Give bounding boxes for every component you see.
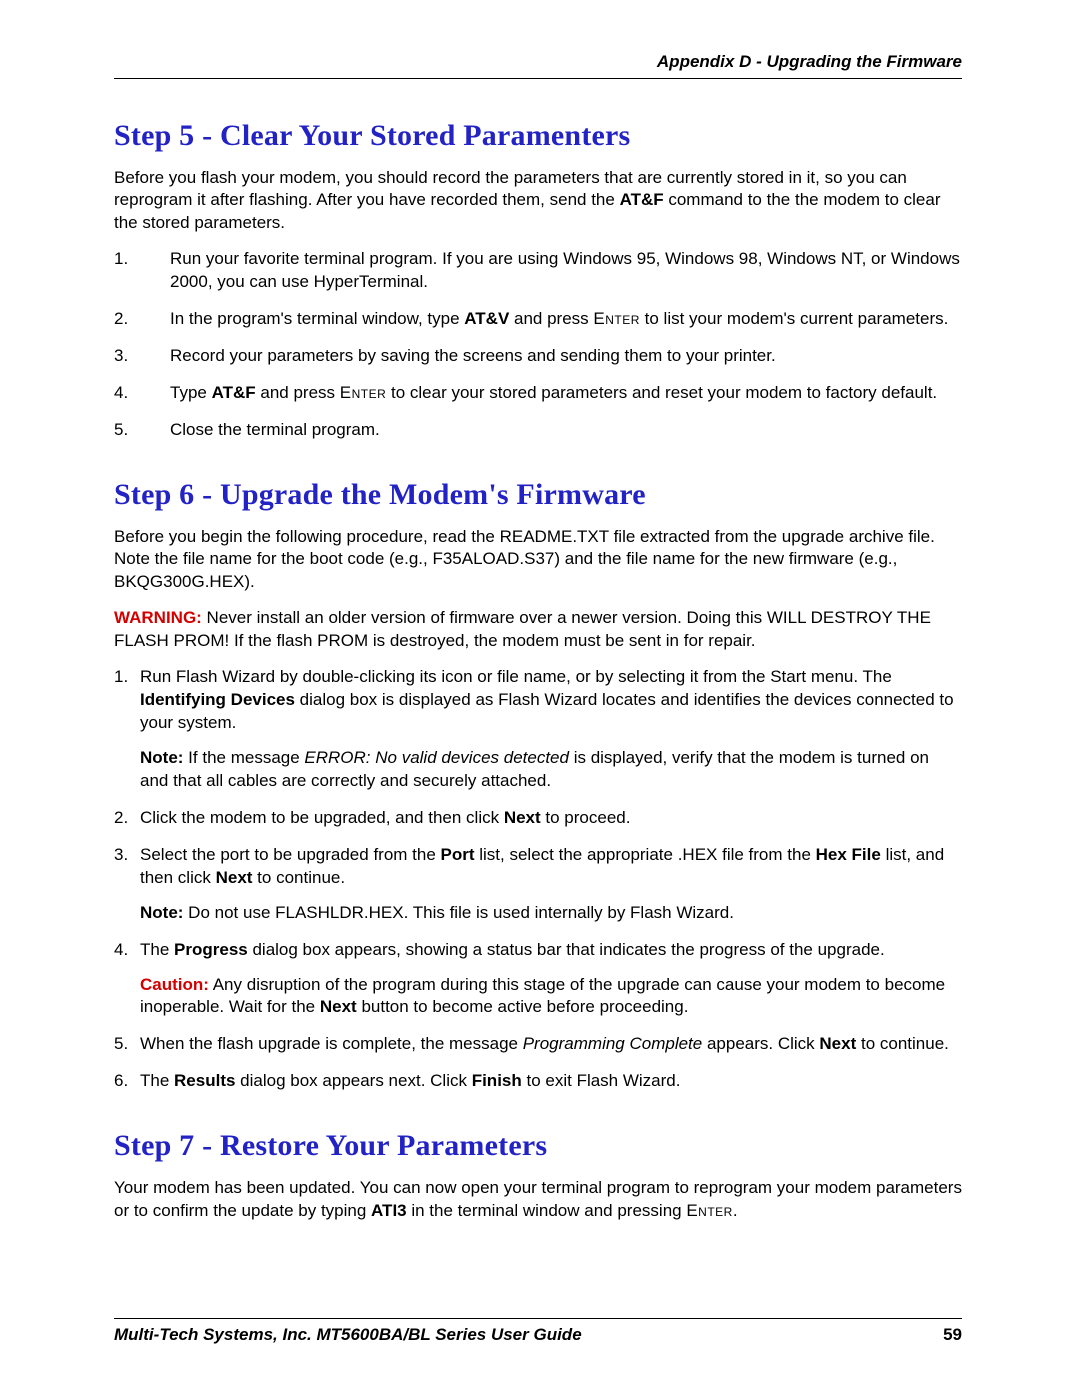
list-item: 3. Select the port to be upgraded from t… xyxy=(114,844,962,925)
text: . xyxy=(733,1201,738,1220)
bold-text: Next xyxy=(819,1034,856,1053)
text: button to become active before proceedin… xyxy=(357,997,689,1016)
text: The xyxy=(140,940,174,959)
bold-text: Hex File xyxy=(816,845,881,864)
list-number: 1. xyxy=(114,666,140,793)
error-message: ERROR: No valid devices detected xyxy=(304,748,569,767)
caution: Caution: Any disruption of the program d… xyxy=(140,974,962,1020)
text: When the flash upgrade is complete, the … xyxy=(140,1034,523,1053)
list-number: 5. xyxy=(114,419,170,442)
step6-list: 1. Run Flash Wizard by double-clicking i… xyxy=(114,666,962,1093)
text: appears. Click xyxy=(702,1034,819,1053)
text: to exit Flash Wizard. xyxy=(522,1071,681,1090)
list-number: 2. xyxy=(114,807,140,830)
text: Run Flash Wizard by double-clicking its … xyxy=(140,667,892,686)
step7-heading: Step 7 - Restore Your Parameters xyxy=(114,1129,962,1163)
list-item: 2. In the program's terminal window, typ… xyxy=(114,308,962,331)
text: list, select the appropriate .HEX file f… xyxy=(475,845,816,864)
list-number: 4. xyxy=(114,939,140,1020)
text: The xyxy=(140,1071,174,1090)
list-item: 3. Record your parameters by saving the … xyxy=(114,345,962,368)
key-enter: Enter xyxy=(686,1201,733,1220)
step5-intro: Before you flash your modem, you should … xyxy=(114,167,962,234)
key-enter: Enter xyxy=(340,383,387,402)
caution-label: Caution: xyxy=(140,975,209,994)
list-number: 4. xyxy=(114,382,170,405)
cmd-ati3: ATI3 xyxy=(371,1201,407,1220)
list-text: Run your favorite terminal program. If y… xyxy=(170,248,962,294)
cmd-atv: AT&V xyxy=(464,309,509,328)
warning-label: WARNING: xyxy=(114,608,202,627)
text: to continue. xyxy=(856,1034,949,1053)
list-number: 2. xyxy=(114,308,170,331)
bold-text: Progress xyxy=(174,940,248,959)
text: If the message xyxy=(183,748,304,767)
list-text: The Progress dialog box appears, showing… xyxy=(140,939,962,1020)
text: to list your modem's current parameters. xyxy=(640,309,948,328)
text: and press xyxy=(509,309,593,328)
note: Note: Do not use FLASHLDR.HEX. This file… xyxy=(140,902,962,925)
page-footer: Multi-Tech Systems, Inc. MT5600BA/BL Ser… xyxy=(114,1318,962,1345)
bold-text: Results xyxy=(174,1071,235,1090)
page: Appendix D - Upgrading the Firmware Step… xyxy=(0,0,1080,1397)
list-item: 2. Click the modem to be upgraded, and t… xyxy=(114,807,962,830)
text: in the terminal window and pressing xyxy=(407,1201,687,1220)
running-header: Appendix D - Upgrading the Firmware xyxy=(114,52,962,79)
bold-text: Next xyxy=(216,868,253,887)
list-number: 6. xyxy=(114,1070,140,1093)
bold-text: Port xyxy=(441,845,475,864)
list-text: Click the modem to be upgraded, and then… xyxy=(140,807,962,830)
note-label: Note: xyxy=(140,748,183,767)
list-text: When the flash upgrade is complete, the … xyxy=(140,1033,962,1056)
list-text: Select the port to be upgraded from the … xyxy=(140,844,962,925)
note: Note: If the message ERROR: No valid dev… xyxy=(140,747,962,793)
list-number: 3. xyxy=(114,345,170,368)
text: to clear your stored parameters and rese… xyxy=(386,383,937,402)
bold-text: Identifying Devices xyxy=(140,690,295,709)
text: dialog box appears next. Click xyxy=(235,1071,471,1090)
list-item: 6. The Results dialog box appears next. … xyxy=(114,1070,962,1093)
key-enter: Enter xyxy=(593,309,640,328)
warning-text: Never install an older version of firmwa… xyxy=(114,608,931,649)
cmd-atf: AT&F xyxy=(212,383,256,402)
note-label: Note: xyxy=(140,903,183,922)
step6-warning: WARNING: Never install an older version … xyxy=(114,607,962,652)
list-text: Type AT&F and press Enter to clear your … xyxy=(170,382,962,405)
message: Programming Complete xyxy=(523,1034,703,1053)
bold-text: Next xyxy=(504,808,541,827)
list-text: The Results dialog box appears next. Cli… xyxy=(140,1070,962,1093)
text: Do not use FLASHLDR.HEX. This file is us… xyxy=(183,903,734,922)
step6-heading: Step 6 - Upgrade the Modem's Firmware xyxy=(114,478,962,512)
list-item: 1. Run Flash Wizard by double-clicking i… xyxy=(114,666,962,793)
list-text: Run Flash Wizard by double-clicking its … xyxy=(140,666,962,793)
step5-heading: Step 5 - Clear Your Stored Paramenters xyxy=(114,119,962,153)
step7-body: Your modem has been updated. You can now… xyxy=(114,1177,962,1222)
text: In the program's terminal window, type xyxy=(170,309,464,328)
list-item: 4. Type AT&F and press Enter to clear yo… xyxy=(114,382,962,405)
text: to continue. xyxy=(252,868,345,887)
list-text: Record your parameters by saving the scr… xyxy=(170,345,962,368)
bold-text: Next xyxy=(320,997,357,1016)
list-text: In the program's terminal window, type A… xyxy=(170,308,962,331)
text: dialog box appears, showing a status bar… xyxy=(248,940,885,959)
list-item: 5. Close the terminal program. xyxy=(114,419,962,442)
list-text: Close the terminal program. xyxy=(170,419,962,442)
text: Click the modem to be upgraded, and then… xyxy=(140,808,504,827)
list-item: 5. When the flash upgrade is complete, t… xyxy=(114,1033,962,1056)
list-number: 1. xyxy=(114,248,170,294)
bold-text: Finish xyxy=(472,1071,522,1090)
list-item: 4. The Progress dialog box appears, show… xyxy=(114,939,962,1020)
text: and press xyxy=(256,383,340,402)
page-number: 59 xyxy=(943,1325,962,1345)
step6-intro: Before you begin the following procedure… xyxy=(114,526,962,593)
step5-list: 1. Run your favorite terminal program. I… xyxy=(114,248,962,442)
text: to proceed. xyxy=(541,808,631,827)
list-number: 5. xyxy=(114,1033,140,1056)
text: Type xyxy=(170,383,212,402)
footer-text: Multi-Tech Systems, Inc. MT5600BA/BL Ser… xyxy=(114,1325,582,1345)
cmd-atf: AT&F xyxy=(620,190,664,209)
text: Select the port to be upgraded from the xyxy=(140,845,441,864)
list-item: 1. Run your favorite terminal program. I… xyxy=(114,248,962,294)
list-number: 3. xyxy=(114,844,140,925)
